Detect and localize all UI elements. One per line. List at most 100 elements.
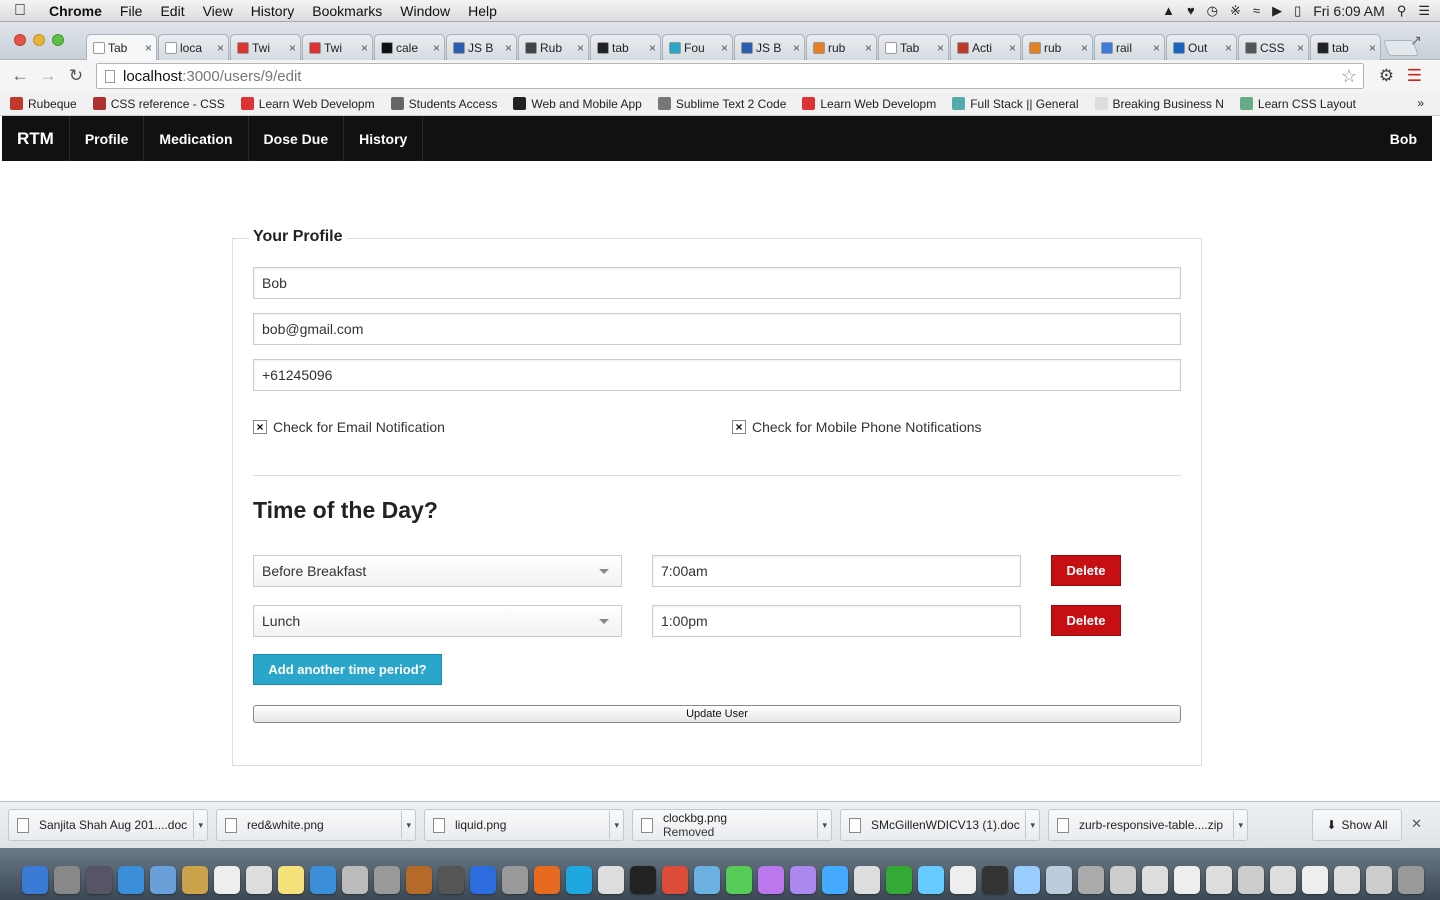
browser-tab[interactable]: rub × (1022, 34, 1093, 60)
minimize-window-button[interactable] (33, 34, 45, 46)
time-period-select-2[interactable]: Lunch (253, 605, 622, 637)
dock-app-icon[interactable] (1238, 866, 1264, 894)
dock-app-icon[interactable] (150, 866, 176, 894)
brand-link[interactable]: RTM (2, 116, 70, 161)
dock-app-icon[interactable] (534, 866, 560, 894)
dock-app-icon[interactable] (182, 866, 208, 894)
close-tab-icon[interactable]: × (289, 41, 296, 55)
browser-tab[interactable]: loca × (158, 34, 229, 60)
fullscreen-icon[interactable]: ↗ (1410, 32, 1422, 49)
nav-profile[interactable]: Profile (70, 116, 145, 161)
close-tab-icon[interactable]: × (145, 41, 152, 55)
battery-icon[interactable]: ▯ (1294, 3, 1301, 19)
dock-app-icon[interactable] (854, 866, 880, 894)
spotlight-search-icon[interactable]: ⚲ (1397, 3, 1407, 19)
download-menu-icon[interactable]: ▾ (1233, 811, 1243, 839)
address-bar[interactable]: localhost:3000/users/9/edit ☆ (96, 63, 1364, 89)
browser-tab[interactable]: rail × (1094, 34, 1165, 60)
browser-tab[interactable]: JS B × (734, 34, 805, 60)
dock-app-icon[interactable] (1334, 866, 1360, 894)
bookmark-star-icon[interactable]: ☆ (1341, 66, 1357, 87)
mobile-notification-option[interactable]: × Check for Mobile Phone Notifications (732, 419, 982, 435)
dock-app-icon[interactable] (630, 866, 656, 894)
volume-icon[interactable]: ▶ (1272, 3, 1282, 19)
menu-file[interactable]: File (111, 3, 152, 19)
close-tab-icon[interactable]: × (217, 41, 224, 55)
close-shelf-icon[interactable]: ✕ (1411, 816, 1422, 832)
download-item[interactable]: liquid.png ▾ (424, 809, 624, 841)
dock-app-icon[interactable] (694, 866, 720, 894)
close-tab-icon[interactable]: × (937, 41, 944, 55)
dock-app-icon[interactable] (1174, 866, 1200, 894)
bookmarks-overflow-icon[interactable]: » (1417, 96, 1424, 110)
dock-app-icon[interactable] (982, 866, 1008, 894)
menu-window[interactable]: Window (391, 3, 459, 19)
download-menu-icon[interactable]: ▾ (193, 811, 203, 839)
browser-tab[interactable]: Twi × (302, 34, 373, 60)
dock-app-icon[interactable] (502, 866, 528, 894)
heart-icon[interactable]: ♥ (1187, 3, 1195, 18)
dock-app-icon[interactable] (1078, 866, 1104, 894)
back-button[interactable]: ← (6, 66, 34, 86)
email-notification-option[interactable]: × Check for Email Notification (253, 419, 445, 435)
close-tab-icon[interactable]: × (649, 41, 656, 55)
clock[interactable]: Fri 6:09 AM (1313, 3, 1385, 19)
download-item[interactable]: clockbg.png Removed ▾ (632, 809, 832, 841)
dock-app-icon[interactable] (118, 866, 144, 894)
chrome-menu-icon[interactable]: ☰ (1407, 66, 1422, 86)
bookmark-item[interactable]: Learn Web Developm (240, 97, 375, 111)
dock-app-icon[interactable] (214, 866, 240, 894)
browser-tab[interactable]: CSS × (1238, 34, 1309, 60)
dock-app-icon[interactable] (54, 866, 80, 894)
dock-app-icon[interactable] (86, 866, 112, 894)
browser-tab[interactable]: Rub × (518, 34, 589, 60)
forward-button[interactable]: → (34, 66, 62, 86)
download-item[interactable]: red&white.png ▾ (216, 809, 416, 841)
delete-time-button-1[interactable]: Delete (1051, 555, 1121, 586)
dock-app-icon[interactable] (1046, 866, 1072, 894)
menu-help[interactable]: Help (459, 3, 506, 19)
close-tab-icon[interactable]: × (1297, 41, 1304, 55)
dock-app-icon[interactable] (566, 866, 592, 894)
evernote-icon[interactable]: ▲ (1162, 3, 1175, 18)
browser-tab[interactable]: JS B × (446, 34, 517, 60)
delete-time-button-2[interactable]: Delete (1051, 605, 1121, 636)
bookmark-item[interactable]: Rubeque (10, 97, 77, 111)
wifi-icon[interactable]: ≈ (1253, 3, 1260, 18)
browser-tab[interactable]: Fou × (662, 34, 733, 60)
dock-app-icon[interactable] (406, 866, 432, 894)
time-machine-icon[interactable]: ◷ (1207, 3, 1218, 19)
dock-app-icon[interactable] (246, 866, 272, 894)
dock-app-icon[interactable] (1302, 866, 1328, 894)
close-tab-icon[interactable]: × (361, 41, 368, 55)
download-item[interactable]: SMcGillenWDICV13 (1).doc ▾ (840, 809, 1040, 841)
nav-medication[interactable]: Medication (144, 116, 249, 161)
browser-tab[interactable]: cale × (374, 34, 445, 60)
dock-app-icon[interactable] (22, 866, 48, 894)
bookmark-item[interactable]: Breaking Business N (1094, 97, 1224, 111)
download-menu-icon[interactable]: ▾ (401, 811, 411, 839)
dock-app-icon[interactable] (1366, 866, 1392, 894)
close-tab-icon[interactable]: × (1369, 41, 1376, 55)
dock-app-icon[interactable] (470, 866, 496, 894)
dock-app-icon[interactable] (950, 866, 976, 894)
dock-app-icon[interactable] (374, 866, 400, 894)
download-item[interactable]: Sanjita Shah Aug 201....doc ▾ (8, 809, 208, 841)
dock-app-icon[interactable] (886, 866, 912, 894)
bookmark-item[interactable]: Students Access (390, 97, 497, 111)
reload-button[interactable]: ↻ (62, 66, 90, 86)
menu-edit[interactable]: Edit (151, 3, 193, 19)
browser-tab[interactable]: rub × (806, 34, 877, 60)
app-menu[interactable]: Chrome (40, 3, 111, 19)
close-tab-icon[interactable]: × (865, 41, 872, 55)
apple-menu-icon[interactable]:  (0, 2, 40, 20)
browser-tab[interactable]: Out × (1166, 34, 1237, 60)
dock-app-icon[interactable] (278, 866, 304, 894)
dock-app-icon[interactable] (598, 866, 624, 894)
close-tab-icon[interactable]: × (433, 41, 440, 55)
browser-tab[interactable]: tab × (590, 34, 661, 60)
menu-view[interactable]: View (194, 3, 242, 19)
nav-history[interactable]: History (344, 116, 424, 161)
dock-app-icon[interactable] (662, 866, 688, 894)
dock-app-icon[interactable] (1398, 866, 1424, 894)
